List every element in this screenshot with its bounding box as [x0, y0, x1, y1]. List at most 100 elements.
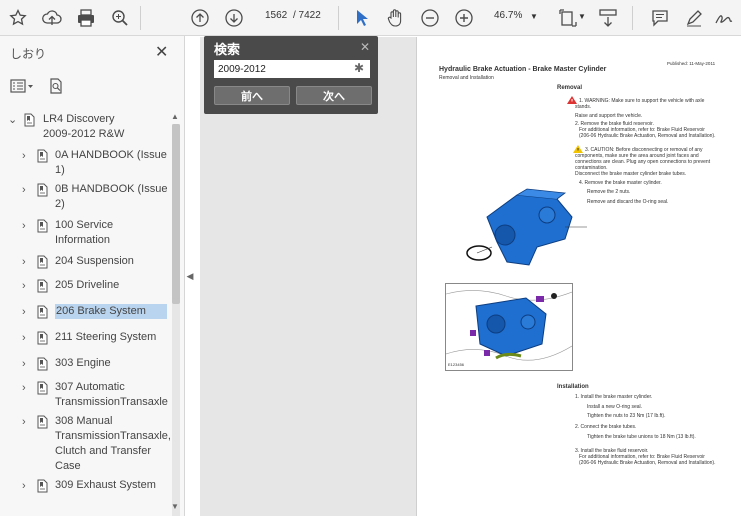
cloud-upload-icon[interactable]: [40, 6, 64, 30]
bookmark-item[interactable]: › 303 Engine: [0, 356, 172, 375]
next-button[interactable]: 次へ: [296, 86, 372, 105]
bookmark-label-line: 204 Suspension: [55, 255, 134, 267]
bookmark-label-line: 2): [55, 198, 65, 210]
bookmark-icon: [37, 183, 48, 197]
bookmark-icon: [37, 479, 48, 493]
document-page: Published: 11-May-2011 Hydraulic Brake A…: [416, 37, 741, 516]
page-down-icon[interactable]: [222, 6, 246, 30]
chevron-right-icon[interactable]: ›: [22, 305, 32, 318]
chevron-right-icon[interactable]: ›: [22, 183, 32, 196]
fit-page-icon[interactable]: [556, 6, 580, 30]
bookmark-label[interactable]: 205 Driveline: [55, 278, 119, 293]
installation-step-text: Install a new O-ring seal.: [587, 404, 643, 410]
main-toolbar: 1562 / 7422 46.7% ▼ ▼: [0, 0, 741, 36]
bookmark-label-line: 2009-2012 R&W: [43, 128, 125, 140]
bookmark-icon: [37, 415, 48, 429]
scroll-up-arrow[interactable]: ▲: [171, 112, 179, 121]
page-subtitle: Removal and Installation: [439, 75, 494, 81]
close-icon[interactable]: ✕: [155, 42, 168, 62]
bookmark-icon: [37, 331, 48, 345]
bookmark-label[interactable]: 309 Exhaust System: [55, 478, 156, 493]
chevron-down-icon[interactable]: ▼: [578, 12, 586, 21]
bookmark-label[interactable]: 0A HANDBOOK (Issue 1): [55, 148, 167, 178]
chevron-right-icon[interactable]: ›: [22, 479, 32, 492]
chevron-right-icon[interactable]: ›: [22, 331, 32, 344]
master-cylinder-figure: [466, 188, 587, 266]
bookmark-icon: [37, 381, 48, 395]
star-icon[interactable]: [6, 6, 30, 30]
bookmark-label-line: 303 Engine: [55, 357, 111, 369]
page-number-input[interactable]: 1562: [265, 10, 287, 21]
bookmark-item[interactable]: ⌄ LR4 Discovery 2009-2012 R&W: [0, 112, 172, 146]
bookmark-label[interactable]: LR4 Discovery 2009-2012 R&W: [43, 112, 124, 142]
chevron-right-icon[interactable]: ›: [22, 415, 32, 428]
bookmark-item[interactable]: › 211 Steering System: [0, 330, 172, 349]
gear-icon[interactable]: ✱: [354, 61, 368, 77]
bookmark-label[interactable]: 204 Suspension: [55, 254, 134, 269]
zoom-search-icon[interactable]: [108, 6, 132, 30]
removal-step-text: 4. Remove the brake master cylinder.: [579, 180, 662, 186]
bookmark-item[interactable]: › 205 Driveline: [0, 278, 172, 297]
bookmark-options-icon[interactable]: [10, 79, 34, 93]
bookmark-label-line: 211 Steering System: [55, 331, 157, 343]
previous-button[interactable]: 前へ: [214, 86, 290, 105]
zoom-out-icon[interactable]: [418, 6, 442, 30]
chevron-right-icon[interactable]: ›: [22, 255, 32, 268]
scrollbar-thumb[interactable]: [172, 124, 180, 304]
collapse-panel-icon[interactable]: ◀: [185, 258, 195, 294]
bookmark-label-line: 307 Automatic: [55, 381, 125, 393]
installation-step-text: (206-06 Hydraulic Brake Actuation, Remov…: [579, 460, 716, 466]
chevron-down-icon[interactable]: ⌄: [8, 113, 18, 126]
caution-icon: [573, 145, 583, 153]
chevron-right-icon[interactable]: ›: [22, 279, 32, 292]
comment-icon[interactable]: [648, 6, 672, 30]
bookmark-item[interactable]: › 0B HANDBOOK (Issue 2): [0, 182, 172, 216]
bookmark-label-line: 308 Manual: [55, 415, 113, 427]
bookmark-label[interactable]: 307 Automatic TransmissionTransaxle: [55, 380, 168, 410]
close-icon[interactable]: ✕: [360, 40, 370, 54]
bookmark-label-line: TransmissionTransaxle: [55, 396, 168, 408]
installation-step-text: 2. Connect the brake tubes.: [575, 424, 637, 430]
pen-icon[interactable]: [682, 6, 706, 30]
page-total: / 7422: [293, 10, 321, 21]
removal-step-text: Remove the 2 nuts.: [587, 189, 631, 195]
bookmark-label-line: TransmissionTransaxle,: [55, 430, 171, 442]
zoom-level[interactable]: 46.7%: [494, 10, 522, 21]
bookmark-item[interactable]: › 206 Brake System: [0, 304, 172, 323]
removal-step-text: Remove and discard the O-ring seal.: [587, 199, 669, 205]
print-icon[interactable]: [74, 6, 98, 30]
hand-tool-icon[interactable]: [384, 6, 408, 30]
bookmark-label[interactable]: 206 Brake System: [55, 304, 167, 319]
bookmark-label[interactable]: 0B HANDBOOK (Issue 2): [55, 182, 167, 212]
chevron-right-icon[interactable]: ›: [22, 149, 32, 162]
find-bookmark-icon[interactable]: [48, 78, 64, 94]
panel-title: しおり: [10, 47, 47, 61]
bookmark-label-line: 0A HANDBOOK (Issue: [55, 149, 167, 161]
zoom-in-icon[interactable]: [452, 6, 476, 30]
bookmark-scrollbar[interactable]: [172, 124, 180, 516]
bookmark-item[interactable]: › 309 Exhaust System: [0, 478, 172, 497]
bookmark-label-line: 309 Exhaust System: [55, 479, 156, 491]
scroll-mode-icon[interactable]: [596, 6, 620, 30]
search-input[interactable]: [214, 60, 370, 78]
bookmark-label[interactable]: 303 Engine: [55, 356, 111, 371]
chevron-down-icon[interactable]: ▼: [530, 12, 538, 21]
chevron-right-icon[interactable]: ›: [22, 381, 32, 394]
bookmark-label[interactable]: 211 Steering System: [55, 330, 156, 345]
scroll-down-arrow[interactable]: ▼: [171, 502, 179, 511]
bookmark-item[interactable]: › 100 Service Information: [0, 218, 172, 252]
chevron-right-icon[interactable]: ›: [22, 357, 32, 370]
bookmark-item[interactable]: › 0A HANDBOOK (Issue 1): [0, 148, 172, 182]
bookmark-label[interactable]: 100 Service Information: [55, 218, 113, 248]
bookmark-item[interactable]: › 204 Suspension: [0, 254, 172, 273]
bookmark-item[interactable]: › 307 Automatic TransmissionTransaxle: [0, 380, 172, 414]
chevron-right-icon[interactable]: ›: [22, 219, 32, 232]
page-title: Hydraulic Brake Actuation - Brake Master…: [439, 66, 607, 73]
page-up-icon[interactable]: [188, 6, 212, 30]
installation-step-text: Tighten the nuts to 23 Nm (17 lb.ft).: [587, 413, 666, 419]
bookmark-item[interactable]: › 308 Manual TransmissionTransaxle, Clutch …: [0, 414, 172, 478]
sign-icon[interactable]: [712, 6, 736, 30]
bookmark-label-line: 0B HANDBOOK (Issue: [55, 183, 168, 195]
select-cursor-icon[interactable]: [350, 6, 374, 30]
bookmark-label[interactable]: 308 Manual TransmissionTransaxle, Clutch a…: [55, 414, 171, 474]
